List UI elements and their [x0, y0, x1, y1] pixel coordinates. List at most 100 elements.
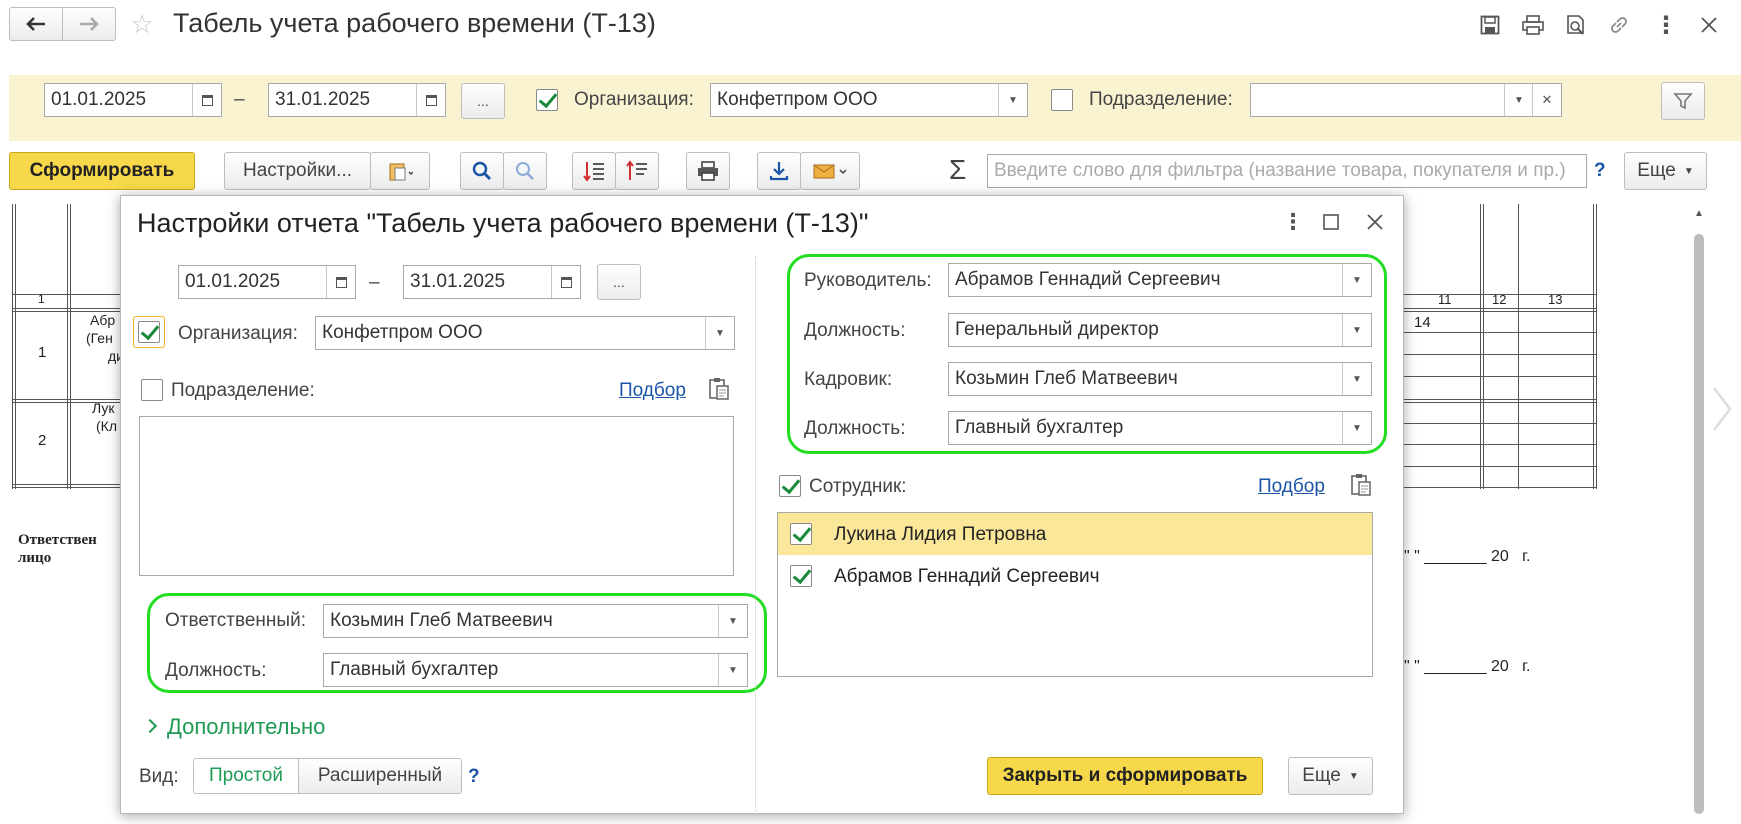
maximize-icon[interactable]	[1321, 212, 1341, 232]
list-item[interactable]: Абрамов Геннадий Сергеевич	[778, 555, 1372, 597]
dept-field[interactable]: ▼ ✕	[1250, 83, 1562, 117]
forward-button[interactable]	[62, 7, 116, 41]
employee-list[interactable]: Лукина Лидия Петровна Абрамов Геннадий С…	[777, 512, 1373, 677]
print-button[interactable]	[686, 152, 730, 190]
dept-label: Подразделение:	[1089, 89, 1233, 110]
help-icon[interactable]: ?	[1594, 160, 1606, 182]
search-input[interactable]: Введите слово для фильтра (название това…	[987, 154, 1587, 188]
send-email-button[interactable]	[800, 152, 860, 190]
row-number: 2	[38, 432, 47, 449]
chevron-down-icon: ▼	[1348, 770, 1359, 782]
calendar-icon[interactable]	[416, 84, 445, 116]
filter-button[interactable]	[1661, 82, 1705, 120]
period-select-button[interactable]: ...	[597, 264, 641, 300]
settings-button[interactable]: Настройки...	[224, 152, 371, 190]
close-and-generate-button[interactable]: Закрыть и сформировать	[987, 757, 1263, 795]
more-vertical-icon[interactable]: ⋮	[1282, 209, 1304, 234]
link-icon[interactable]	[1606, 12, 1632, 38]
download-icon	[769, 162, 789, 181]
hr-field[interactable]: Козьмин Глеб Матвеевич ▼	[948, 362, 1372, 396]
dialog-org-checkbox[interactable]	[138, 321, 160, 343]
row-text: Лук	[92, 400, 115, 416]
search-button[interactable]	[460, 152, 504, 190]
dept-list[interactable]	[139, 416, 734, 576]
col-header-13: 13	[1548, 292, 1563, 307]
date-from-field[interactable]: 01.01.2025	[44, 83, 222, 117]
chevron-down-icon[interactable]: ▼	[998, 84, 1027, 116]
calendar-icon[interactable]	[326, 266, 355, 298]
responsible-field[interactable]: Козьмин Глеб Матвеевич ▼	[323, 604, 748, 638]
org-label: Организация:	[574, 89, 694, 110]
chevron-down-icon[interactable]: ▼	[718, 654, 747, 686]
org-label: Организация:	[178, 323, 298, 344]
chevron-down-icon[interactable]: ▼	[1342, 314, 1371, 346]
chevron-down-icon[interactable]: ▼	[705, 317, 734, 349]
employee-item-checkbox[interactable]	[790, 565, 812, 587]
employee-item-checkbox[interactable]	[790, 523, 812, 545]
chevron-right-icon[interactable]	[1710, 384, 1734, 434]
dialog-date-to-field[interactable]: 31.01.2025	[403, 265, 581, 299]
generate-button[interactable]: Сформировать	[9, 152, 195, 190]
view-simple-button[interactable]: Простой	[193, 758, 299, 794]
dept-pick-link[interactable]: Подбор	[619, 380, 686, 402]
scroll-up-arrow[interactable]: ▲	[1694, 208, 1704, 219]
date-line: " " _______ 20 г.	[1404, 548, 1531, 565]
collapse-icon	[626, 160, 647, 180]
hr-position-field[interactable]: Главный бухгалтер ▼	[948, 411, 1372, 445]
window-title: Табель учета рабочего времени (Т-13)	[173, 8, 656, 38]
arrow-left-icon	[26, 17, 45, 31]
head-label: Руководитель:	[804, 270, 932, 291]
dialog-dept-checkbox[interactable]	[141, 379, 163, 401]
close-icon[interactable]	[1696, 12, 1722, 38]
back-button[interactable]	[9, 7, 63, 41]
chevron-down-icon[interactable]: ▼	[1342, 363, 1371, 395]
view-extended-button[interactable]: Расширенный	[298, 758, 462, 794]
date-to-field[interactable]: 31.01.2025	[268, 83, 446, 117]
head-position-field[interactable]: Генеральный директор ▼	[948, 313, 1372, 347]
dialog-more-button[interactable]: Еще ▼	[1288, 757, 1373, 795]
employee-checkbox[interactable]	[779, 475, 801, 497]
search-icon	[472, 161, 492, 181]
collapse-groups-button[interactable]	[615, 152, 659, 190]
close-icon[interactable]	[1365, 212, 1385, 232]
chevron-down-icon[interactable]: ▼	[1504, 84, 1533, 116]
hr-position-label: Должность:	[804, 418, 906, 439]
org-checkbox-wrap[interactable]	[133, 316, 165, 348]
cancel-search-button[interactable]	[503, 152, 547, 190]
more-button[interactable]: Еще ▼	[1624, 152, 1707, 190]
preview-icon[interactable]	[1563, 12, 1589, 38]
org-checkbox[interactable]	[536, 89, 558, 111]
chevron-down-icon[interactable]: ▼	[718, 605, 747, 637]
calendar-icon[interactable]	[192, 84, 221, 116]
period-select-button[interactable]: ...	[461, 83, 505, 119]
resp-position-field[interactable]: Главный бухгалтер ▼	[323, 653, 748, 687]
org-field[interactable]: Конфетпром ООО ▼	[710, 83, 1028, 117]
more-section-toggle[interactable]: Дополнительно	[142, 714, 325, 740]
sigma-icon[interactable]: Σ	[949, 154, 966, 186]
more-vertical-icon[interactable]: ⋮	[1653, 12, 1679, 39]
list-item[interactable]: Лукина Лидия Петровна	[778, 513, 1372, 555]
paste-icon[interactable]	[1348, 472, 1374, 498]
head-field[interactable]: Абрамов Геннадий Сергеевич ▼	[948, 263, 1372, 297]
star-icon[interactable]: ☆	[128, 9, 156, 39]
paste-icon[interactable]	[706, 376, 732, 402]
chevron-down-icon[interactable]: ▼	[1342, 264, 1371, 296]
save-file-button[interactable]	[757, 152, 801, 190]
vertical-scrollbar[interactable]: ▲	[1690, 204, 1708, 824]
dialog-date-from-field[interactable]: 01.01.2025	[178, 265, 356, 299]
print-icon[interactable]	[1520, 12, 1546, 38]
row-text: (Ген	[86, 330, 113, 346]
variants-button[interactable]	[370, 152, 430, 190]
clear-icon[interactable]: ✕	[1532, 84, 1561, 116]
calendar-icon[interactable]	[551, 266, 580, 298]
dept-checkbox[interactable]	[1051, 89, 1073, 111]
dialog-title: Настройки отчета "Табель учета рабочего …	[137, 208, 869, 238]
dialog-org-field[interactable]: Конфетпром ООО ▼	[315, 316, 735, 350]
expand-groups-button[interactable]	[572, 152, 616, 190]
save-icon[interactable]	[1477, 12, 1503, 38]
help-icon[interactable]: ?	[468, 766, 480, 788]
chevron-down-icon[interactable]: ▼	[1342, 412, 1371, 444]
scroll-thumb[interactable]	[1694, 234, 1704, 814]
row-text: (Кл	[96, 418, 117, 434]
employee-pick-link[interactable]: Подбор	[1258, 476, 1325, 498]
